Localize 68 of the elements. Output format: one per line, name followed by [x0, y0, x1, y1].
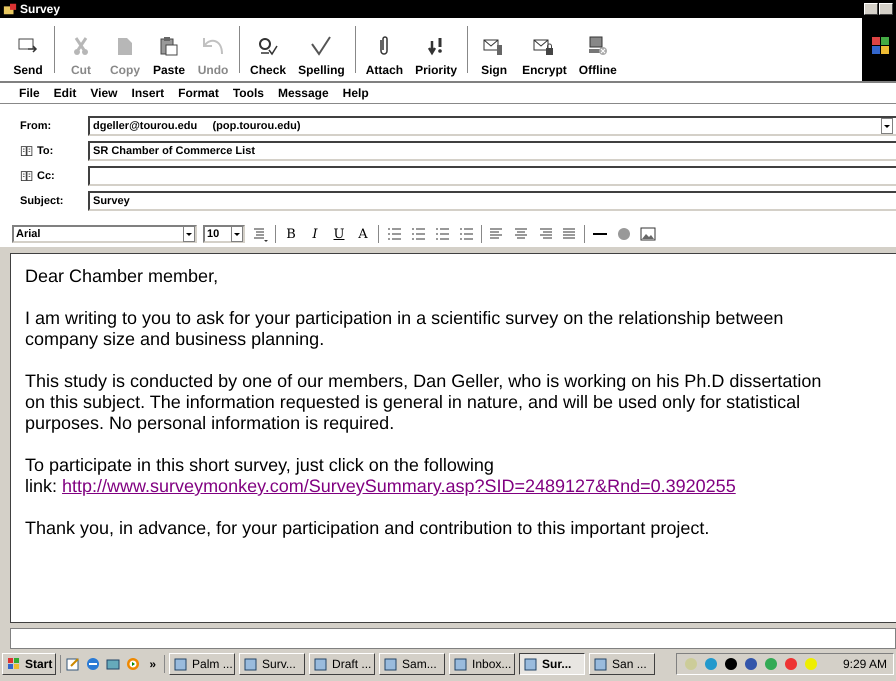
address-book-icon[interactable]	[20, 170, 34, 182]
window-title: Survey	[20, 2, 60, 16]
field-label: Subject:	[20, 195, 64, 207]
start-button[interactable]: Start	[2, 653, 56, 675]
taskbar-button[interactable]: Sur...	[519, 653, 586, 675]
toolbar-button[interactable]: Priority	[409, 18, 464, 81]
format-button[interactable]: A	[354, 225, 372, 243]
menu-item[interactable]: Help	[336, 86, 376, 100]
survey-link[interactable]: http://www.surveymonkey.com/SurveySummary.asp?SID=2489127&Rnd=0.3920255	[62, 476, 736, 496]
check-icon	[256, 35, 280, 57]
menu-item[interactable]: Tools	[226, 86, 271, 100]
windows-flag-icon	[6, 656, 22, 672]
format-button[interactable]: I	[306, 225, 324, 243]
taskbar-button[interactable]: Draft ...	[309, 653, 376, 675]
toolbar-button[interactable]: Spelling	[292, 18, 351, 81]
image-icon[interactable]	[639, 225, 657, 243]
toolbar-button[interactable]: Attach	[360, 18, 410, 81]
font-dropdown[interactable]: Arial	[12, 225, 197, 243]
app-icon	[453, 656, 470, 672]
notepad-icon[interactable]	[65, 656, 82, 672]
field-label: From:	[20, 120, 52, 132]
input-field[interactable]: SR Chamber of Commerce List	[88, 141, 896, 161]
menu-item[interactable]: Message	[270, 86, 336, 100]
clock: 9:29 AM	[842, 657, 887, 671]
taskbar-button[interactable]: San ...	[589, 653, 656, 675]
size-dropdown[interactable]: 10	[203, 225, 245, 243]
from-dropdown[interactable]: dgeller@tourou.edu (pop.tourou.edu)	[88, 116, 896, 136]
app-icon	[523, 656, 540, 672]
spelling-icon	[309, 35, 334, 57]
undo-icon	[201, 35, 226, 57]
taskbar-button[interactable]: Inbox...	[449, 653, 516, 675]
app-icon	[243, 656, 260, 672]
taskbar-button[interactable]: Palm ...	[169, 653, 236, 675]
paragraph: I am writing to you to ask for your participation in a scientific survey on the relationship between company size and business planning.	[25, 308, 784, 350]
app-icon	[383, 656, 400, 672]
toolbar-button[interactable]: Send	[6, 18, 50, 81]
paragraph: Thank you, in advance, for your participation and contribution to this important project.	[25, 518, 710, 539]
menu-item[interactable]: Edit	[46, 86, 84, 100]
menu-item[interactable]: File	[12, 86, 47, 100]
minimize-button[interactable]	[864, 3, 878, 15]
browser-icon[interactable]	[85, 656, 102, 672]
toolbar-button[interactable]: Paste	[147, 18, 192, 81]
input-field[interactable]	[88, 166, 896, 186]
menu-item[interactable]: Insert	[124, 86, 172, 100]
more-chevron[interactable]: »	[145, 657, 160, 671]
paragraph: This study is conducted by one of our members, Dan Geller, who is working on his Ph.D dissertation on this subject. The information requested is general in nature, and will be used only for statistical purposes. No personal information is required.	[25, 371, 822, 434]
field-label: Cc:	[37, 170, 55, 182]
toolbar-button[interactable]: Offline	[572, 18, 623, 81]
paragraph: To participate in this short survey, just click on the following link: http://www.surveymonkey.com/SurveySummary.asp?SID=2489127&Rnd=0.3920255	[25, 455, 737, 497]
menu-item[interactable]: Format	[171, 86, 226, 100]
app-icon	[173, 656, 190, 672]
paragraph: Dear Chamber member,	[25, 266, 220, 287]
app-icon	[313, 656, 330, 672]
restore-button[interactable]	[879, 3, 893, 15]
field-label: To:	[37, 145, 54, 157]
input-field[interactable]: Survey	[88, 191, 896, 211]
toolbar-button[interactable]: Encrypt	[516, 18, 573, 81]
toolbar-button[interactable]: Sign	[472, 18, 516, 81]
format-button[interactable]: B	[282, 225, 300, 243]
taskbar-button[interactable]: Sam...	[379, 653, 446, 675]
app-icon	[593, 656, 610, 672]
message-body[interactable]	[10, 253, 896, 623]
format-button[interactable]: U	[330, 225, 348, 243]
toolbar-button[interactable]: Check	[244, 18, 292, 81]
address-book-icon[interactable]	[20, 144, 34, 158]
taskbar-button[interactable]: Surv...	[239, 653, 306, 675]
menu-item[interactable]: View	[83, 86, 124, 100]
window-icon	[3, 2, 17, 16]
